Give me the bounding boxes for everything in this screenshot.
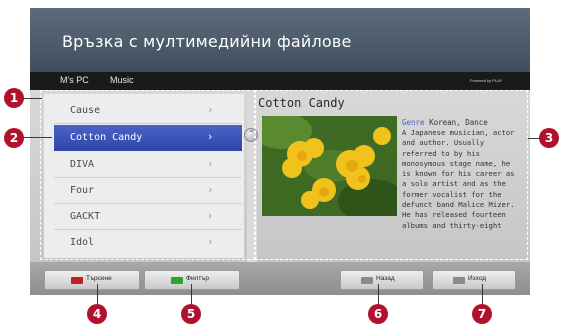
album-photo <box>262 116 397 216</box>
exit-button-label: Изход <box>468 275 487 282</box>
detail-description: A Japanese musician, actor and author. U… <box>402 128 515 230</box>
list-item[interactable]: DIVA › <box>54 152 242 178</box>
flower-photo <box>262 116 397 216</box>
chevron-right-icon: › <box>208 157 213 170</box>
red-key-icon <box>71 277 83 284</box>
list-item[interactable]: Idol › <box>54 230 242 256</box>
list-item-label: DIVA <box>70 159 95 170</box>
search-button-label: Търсене <box>86 275 112 282</box>
list-item-label: Four <box>70 185 95 196</box>
manual-figure: Връзка с мултимедийни файлове M's PC Mus… <box>0 0 563 332</box>
genre-key: Genre <box>402 118 425 127</box>
page-title: Връзка с мултимедийни файлове <box>62 32 352 51</box>
list-item-label: GACKT <box>70 211 101 222</box>
callout-line-6 <box>378 284 379 304</box>
callout-7: 7 <box>472 304 492 324</box>
chevron-right-icon: › <box>208 209 213 222</box>
breadcrumb-category[interactable]: Music <box>110 75 134 85</box>
callout-line-5 <box>191 284 192 304</box>
chevron-right-icon: › <box>208 103 213 116</box>
title-bar: Връзка с мултимедийни файлове <box>30 8 530 72</box>
breadcrumb-source[interactable]: M's PC <box>60 75 89 85</box>
list-item-label: Cotton Candy <box>70 132 143 143</box>
callout-2: 2 <box>4 128 24 148</box>
chevron-right-icon: › <box>208 235 213 248</box>
exit-button[interactable]: Изход <box>432 270 516 290</box>
list-item-label: Cause <box>70 105 101 116</box>
list-item[interactable]: GACKT › <box>54 204 242 230</box>
search-button[interactable]: Търсене <box>44 270 140 290</box>
callout-1: 1 <box>4 88 24 108</box>
content-area: Cause › Cotton Candy › DIVA › Four › GAC… <box>30 90 530 262</box>
callout-6: 6 <box>368 304 388 324</box>
genre-line: Genre Korean, Dance <box>402 118 488 127</box>
list-item[interactable]: Four › <box>54 178 242 204</box>
exit-key-icon <box>453 277 465 284</box>
tv-screen: Връзка с мултимедийни файлове M's PC Mus… <box>30 8 530 295</box>
scroll-handle[interactable]: ⌃ <box>244 128 258 142</box>
callout-4: 4 <box>87 304 107 324</box>
callout-line-7 <box>482 284 483 304</box>
genre-value: Korean, Dance <box>429 118 488 127</box>
callout-5: 5 <box>181 304 201 324</box>
file-list: Cause › Cotton Candy › DIVA › Four › GAC… <box>44 94 258 262</box>
filter-button-label: Филтър <box>186 275 210 282</box>
breadcrumb: M's PC Music Powered by PLAY <box>30 72 530 90</box>
scroll-up-icon: ⌃ <box>248 129 255 138</box>
list-item[interactable]: Cause › <box>54 98 242 124</box>
callout-line-1 <box>22 98 42 99</box>
list-item-selected[interactable]: Cotton Candy › <box>54 125 242 151</box>
list-scrollbar[interactable] <box>247 98 257 262</box>
green-key-icon <box>171 277 183 284</box>
list-item-label: Idol <box>70 237 95 248</box>
chevron-right-icon: › <box>208 130 213 143</box>
back-key-icon <box>361 277 373 284</box>
callout-line-2 <box>22 137 52 138</box>
back-button[interactable]: Назад <box>340 270 424 290</box>
powered-by-label: Powered by PLAY <box>470 78 503 83</box>
button-bar: Търсене Филтър Назад Изход <box>30 262 530 295</box>
detail-title: Cotton Candy <box>258 96 345 110</box>
back-button-label: Назад <box>376 275 395 282</box>
callout-3: 3 <box>539 128 559 148</box>
chevron-right-icon: › <box>208 183 213 196</box>
callout-line-4 <box>97 284 98 304</box>
filter-button[interactable]: Филтър <box>144 270 240 290</box>
